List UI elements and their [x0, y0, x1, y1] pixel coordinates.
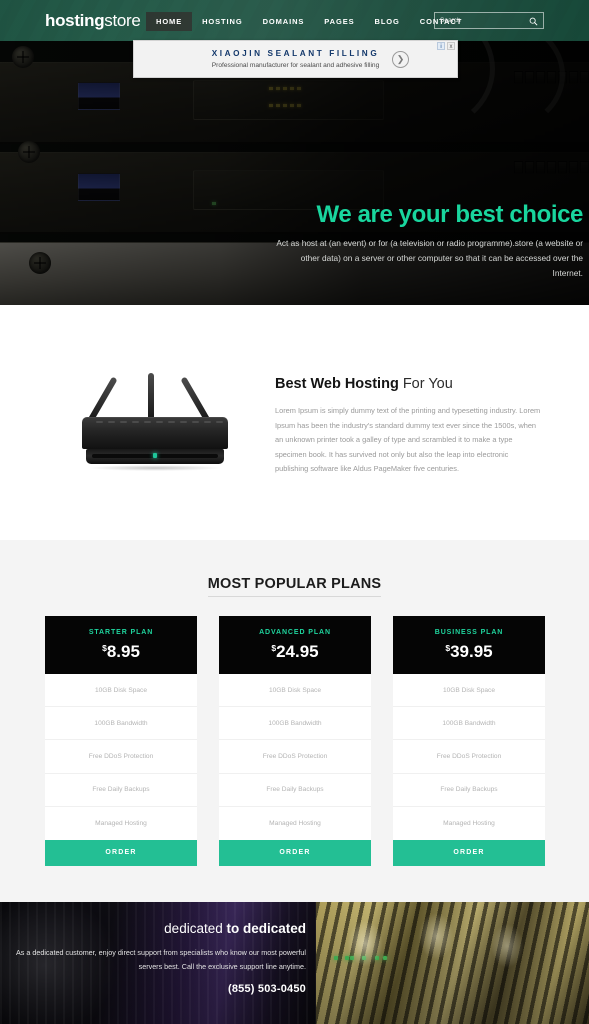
plan-feature: Managed Hosting	[443, 819, 495, 827]
nav-item-domains[interactable]: DOMAINS	[253, 12, 315, 31]
plan-feature: Free DDoS Protection	[219, 740, 371, 774]
pricing-card-header: STARTER PLAN $8.95	[45, 616, 197, 674]
order-button-business[interactable]: ORDER	[393, 839, 545, 866]
plan-feature: Free Daily Backups	[45, 774, 197, 807]
dedicated-content: dedicated to dedicated As a dedicated cu…	[0, 920, 306, 995]
pricing-heading-text: MOST POPULAR PLANS	[207, 576, 382, 597]
hero-section: We are your best choice Act as host at (…	[0, 41, 589, 305]
pricing-section: MOST POPULAR PLANS STARTER PLAN $8.95 10…	[0, 540, 589, 902]
dedicated-right-photo	[316, 902, 589, 1024]
router-status-led	[153, 453, 157, 458]
plan-feature-list: 10GB Disk Space 100GB Bandwidth Free DDo…	[219, 674, 371, 840]
price-value: 8.95	[106, 641, 140, 661]
about-title-rest: For You	[398, 376, 453, 392]
nav-item-hosting[interactable]: HOSTING	[192, 12, 252, 31]
router-antenna	[148, 373, 154, 421]
plan-feature-list: 10GB Disk Space 100GB Bandwidth Free DDo…	[45, 674, 197, 840]
pricing-card-business: BUSINESS PLAN $39.95 10GB Disk Space 100…	[393, 616, 545, 866]
ad-info-icon[interactable]: i	[437, 42, 445, 50]
ad-badges: i x	[437, 42, 455, 50]
plan-feature: Free Daily Backups	[219, 774, 371, 807]
price-value: 39.95	[450, 641, 493, 661]
logo-light-text: store	[104, 11, 141, 30]
plan-feature: 10GB Disk Space	[45, 674, 197, 708]
plan-feature: Free DDoS Protection	[45, 740, 197, 774]
main-navigation: HOME HOSTING DOMAINS PAGES BLOG CONTACT	[146, 12, 472, 31]
router-vents	[96, 421, 223, 423]
pricing-card-header: BUSINESS PLAN $39.95	[393, 616, 545, 674]
chevron-right-icon[interactable]: ❯	[392, 51, 409, 68]
dedicated-phone-number[interactable]: (855) 503-0450	[0, 983, 306, 995]
logo-bold-text: hosting	[45, 11, 105, 30]
router-shadow	[88, 465, 222, 471]
hero-content: We are your best choice Act as host at (…	[269, 201, 583, 281]
about-body-text: Lorem Ipsum is simply dummy text of the …	[275, 406, 541, 473]
search-box[interactable]	[434, 12, 544, 29]
plan-name: ADVANCED PLAN	[259, 628, 331, 636]
page-root: hostingstore HOME HOSTING DOMAINS PAGES …	[0, 0, 589, 1024]
plan-name: STARTER PLAN	[88, 628, 154, 636]
search-input[interactable]	[440, 13, 525, 28]
plan-feature: 100GB Bandwidth	[219, 707, 371, 741]
order-button-advanced[interactable]: ORDER	[219, 839, 371, 866]
advertisement-banner[interactable]: XIAOJIN SEALANT FILLING Professional man…	[133, 40, 458, 78]
about-title-bold: Best Web Hosting	[275, 376, 399, 392]
plan-price: $39.95	[445, 638, 492, 662]
about-text-block: Best Web Hosting For You Lorem Ipsum is …	[275, 375, 541, 477]
ad-subtitle: Professional manufacturer for sealant an…	[211, 62, 380, 69]
dedicated-title: dedicated to dedicated	[0, 920, 306, 937]
plan-feature: Free DDoS Protection	[393, 740, 545, 774]
dedicated-title-thin: dedicated	[164, 921, 227, 936]
dedicated-body-text: As a dedicated customer, enjoy direct su…	[15, 948, 306, 971]
site-header: hostingstore HOME HOSTING DOMAINS PAGES …	[0, 0, 589, 41]
site-logo[interactable]: hostingstore	[45, 11, 141, 30]
hero-title: We are your best choice	[316, 201, 584, 228]
plan-price: $24.95	[271, 638, 318, 662]
price-value: 24.95	[276, 641, 319, 661]
plan-feature: 100GB Bandwidth	[393, 707, 545, 741]
plan-feature: 100GB Bandwidth	[45, 707, 197, 741]
pricing-card-starter: STARTER PLAN $8.95 10GB Disk Space 100GB…	[45, 616, 197, 866]
nav-item-pages[interactable]: PAGES	[314, 12, 364, 31]
about-title: Best Web Hosting For You	[275, 375, 541, 393]
router-body	[82, 417, 228, 449]
nav-item-home[interactable]: HOME	[146, 12, 193, 31]
order-button-starter[interactable]: ORDER	[45, 839, 197, 866]
plan-feature: Managed Hosting	[95, 819, 147, 827]
hero-subtitle: Act as host at (an event) or for (a tele…	[276, 238, 583, 278]
router-base	[86, 449, 224, 464]
about-section: Best Web Hosting For You Lorem Ipsum is …	[0, 305, 589, 540]
pricing-card-header: ADVANCED PLAN $24.95	[219, 616, 371, 674]
pricing-card-advanced: ADVANCED PLAN $24.95 10GB Disk Space 100…	[219, 616, 371, 866]
wireless-router-image	[60, 365, 250, 483]
plan-feature: 10GB Disk Space	[219, 674, 371, 708]
nav-item-blog[interactable]: BLOG	[365, 12, 410, 31]
dedicated-title-bold: to dedicated	[226, 921, 306, 936]
search-icon[interactable]	[529, 17, 538, 26]
plan-feature-list: 10GB Disk Space 100GB Bandwidth Free DDo…	[393, 674, 545, 840]
plan-price: $8.95	[102, 638, 140, 662]
plan-name: BUSINESS PLAN	[434, 628, 504, 636]
plan-feature: Managed Hosting	[269, 819, 321, 827]
pricing-heading: MOST POPULAR PLANS	[0, 576, 589, 597]
plan-feature: Free Daily Backups	[393, 774, 545, 807]
dedicated-support-section: dedicated to dedicated As a dedicated cu…	[0, 902, 589, 1024]
pricing-card-list: STARTER PLAN $8.95 10GB Disk Space 100GB…	[45, 616, 545, 866]
ad-close-icon[interactable]: x	[447, 42, 455, 50]
plan-feature: 10GB Disk Space	[393, 674, 545, 708]
